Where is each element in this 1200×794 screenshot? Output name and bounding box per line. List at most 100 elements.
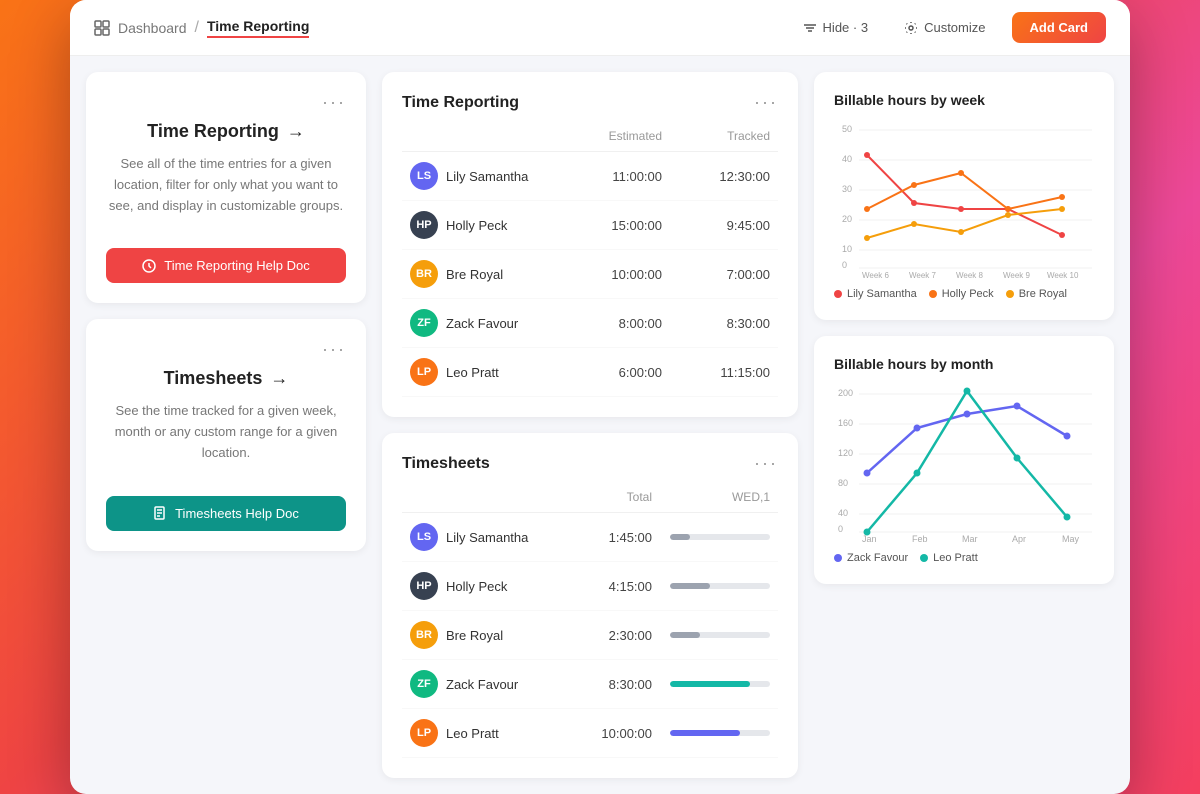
total-val: 2:30:00 — [570, 628, 660, 643]
progress-bar — [670, 534, 690, 540]
legend-label: Holly Peck — [942, 288, 994, 300]
svg-text:Week 9: Week 9 — [1003, 271, 1031, 280]
legend-item: Bre Royal — [1006, 288, 1067, 300]
svg-text:160: 160 — [838, 418, 853, 428]
svg-text:80: 80 — [838, 478, 848, 488]
legend-dot — [929, 290, 937, 298]
svg-text:Jan: Jan — [862, 534, 877, 544]
time-reporting-info-title: Time Reporting → — [106, 121, 346, 142]
progress-bar — [670, 681, 750, 687]
total-val: 8:30:00 — [570, 677, 660, 692]
top-actions: Hide · 3 Customize Add Card — [793, 12, 1106, 43]
tracked-val: 11:15:00 — [670, 365, 770, 380]
user-cell: BR Bre Royal — [410, 621, 570, 649]
avatar: ZF — [410, 670, 438, 698]
user-name: Leo Pratt — [446, 726, 499, 741]
month-chart-svg: 200 160 120 80 40 0 Jan — [834, 384, 1094, 544]
legend-item: Holly Peck — [929, 288, 994, 300]
col-tracked: Tracked — [670, 129, 770, 143]
time-reporting-info-card: ··· Time Reporting → See all of the time… — [86, 72, 366, 303]
progress-container — [660, 681, 770, 687]
card-menu-timesheets: ··· — [106, 339, 346, 360]
svg-text:0: 0 — [838, 524, 843, 534]
hide-button[interactable]: Hide · 3 — [793, 14, 879, 41]
time-reporting-help-button[interactable]: Time Reporting Help Doc — [106, 248, 346, 283]
timesheets-menu-button[interactable]: ··· — [322, 339, 346, 360]
estimated-val: 11:00:00 — [570, 169, 670, 184]
estimated-val: 15:00:00 — [570, 218, 670, 233]
estimated-val: 8:00:00 — [570, 316, 670, 331]
billable-month-chart-card: Billable hours by month 200 160 120 80 4… — [814, 336, 1114, 584]
billable-week-chart-area: 50 40 30 20 10 0 Week 6 — [834, 120, 1094, 280]
col-estimated: Estimated — [570, 129, 670, 143]
user-name: Lily Samantha — [446, 169, 528, 184]
svg-text:200: 200 — [838, 388, 853, 398]
avatar: BR — [410, 621, 438, 649]
progress-bar-container — [670, 730, 770, 736]
svg-text:40: 40 — [838, 508, 848, 518]
svg-text:10: 10 — [842, 244, 852, 254]
legend-dot — [834, 554, 842, 562]
timesheets-table-header: Timesheets ··· — [402, 453, 778, 474]
user-name: Bre Royal — [446, 628, 503, 643]
total-val: 10:00:00 — [570, 726, 660, 741]
avatar: LS — [410, 523, 438, 551]
add-card-button[interactable]: Add Card — [1012, 12, 1107, 43]
week-chart-svg: 50 40 30 20 10 0 Week 6 — [834, 120, 1094, 280]
user-cell: LP Leo Pratt — [410, 719, 570, 747]
avatar: HP — [410, 211, 438, 239]
avatar: ZF — [410, 309, 438, 337]
timesheets-info-card: ··· Timesheets → See the time tracked fo… — [86, 319, 366, 550]
user-name: Leo Pratt — [446, 365, 499, 380]
progress-bar-container — [670, 632, 770, 638]
time-reporting-menu-button[interactable]: ··· — [322, 92, 346, 113]
avatar: BR — [410, 260, 438, 288]
time-reporting-table-header: Time Reporting ··· — [402, 92, 778, 113]
user-cell: LP Leo Pratt — [410, 358, 570, 386]
progress-container — [660, 730, 770, 736]
progress-bar — [670, 583, 710, 589]
time-reporting-table-menu[interactable]: ··· — [754, 92, 778, 113]
gear-icon — [904, 21, 918, 35]
timesheets-table-menu[interactable]: ··· — [754, 453, 778, 474]
table-row: HP Holly Peck 4:15:00 — [402, 562, 778, 611]
svg-text:Feb: Feb — [912, 534, 928, 544]
table-row: HP Holly Peck 15:00:00 9:45:00 — [402, 201, 778, 250]
timesheets-help-button[interactable]: Timesheets Help Doc — [106, 496, 346, 531]
user-cell: ZF Zack Favour — [410, 309, 570, 337]
tracked-val: 8:30:00 — [670, 316, 770, 331]
svg-text:50: 50 — [842, 124, 852, 134]
breadcrumb: Dashboard / Time Reporting — [94, 18, 309, 38]
user-name: Holly Peck — [446, 218, 507, 233]
svg-text:May: May — [1062, 534, 1080, 544]
svg-text:30: 30 — [842, 184, 852, 194]
timesheets-table-title: Timesheets — [402, 455, 490, 473]
time-reporting-table-title: Time Reporting — [402, 94, 519, 112]
main-container: Dashboard / Time Reporting Hide · 3 Cust… — [70, 0, 1130, 794]
legend-label: Lily Samantha — [847, 288, 917, 300]
progress-container — [660, 583, 770, 589]
middle-column: Time Reporting ··· Estimated Tracked LS … — [382, 72, 798, 778]
progress-container — [660, 632, 770, 638]
table-row: BR Bre Royal 2:30:00 — [402, 611, 778, 660]
legend-label: Leo Pratt — [933, 552, 978, 564]
avatar: LP — [410, 719, 438, 747]
col-wed: WED,1 — [660, 490, 770, 504]
table-row: ZF Zack Favour 8:30:00 — [402, 660, 778, 709]
user-cell: BR Bre Royal — [410, 260, 570, 288]
legend-dot — [834, 290, 842, 298]
customize-button[interactable]: Customize — [894, 14, 995, 41]
svg-text:Mar: Mar — [962, 534, 978, 544]
time-reporting-info-desc: See all of the time entries for a given … — [106, 154, 346, 216]
legend-label: Bre Royal — [1019, 288, 1067, 300]
time-reporting-rows: LS Lily Samantha 11:00:00 12:30:00 HP Ho… — [402, 152, 778, 397]
user-name: Zack Favour — [446, 316, 518, 331]
user-cell: LS Lily Samantha — [410, 162, 570, 190]
current-page-label: Time Reporting — [207, 18, 309, 38]
table-row: LS Lily Samantha 1:45:00 — [402, 513, 778, 562]
table-row: BR Bre Royal 10:00:00 7:00:00 — [402, 250, 778, 299]
timesheets-table-card: Timesheets ··· Total WED,1 LS Lily Saman… — [382, 433, 798, 778]
user-name: Holly Peck — [446, 579, 507, 594]
table-row: LP Leo Pratt 10:00:00 — [402, 709, 778, 758]
svg-text:Week 8: Week 8 — [956, 271, 984, 280]
